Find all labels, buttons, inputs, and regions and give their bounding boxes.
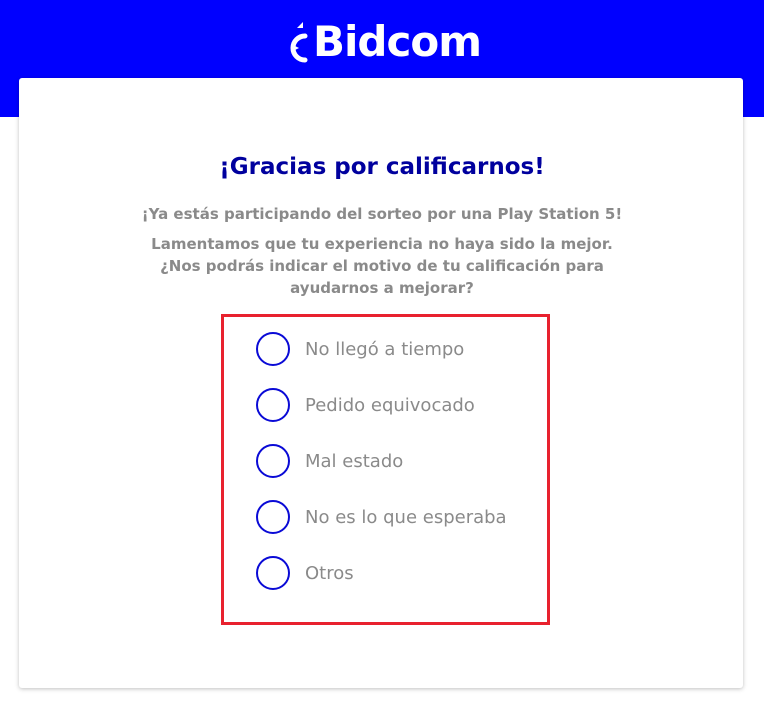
radio-button[interactable]: [256, 556, 290, 590]
option-label: No es lo que esperaba: [305, 506, 507, 528]
option-label: Mal estado: [305, 450, 404, 472]
option-label: Otros: [305, 562, 354, 584]
bidcom-logo-icon: [290, 22, 308, 63]
option-mal-estado[interactable]: Mal estado: [256, 442, 403, 480]
page-title: ¡Gracias por calificarnos!: [219, 154, 545, 180]
option-otros[interactable]: Otros: [256, 554, 354, 592]
radio-button[interactable]: [256, 332, 290, 366]
option-label: Pedido equivocado: [305, 394, 475, 416]
radio-button[interactable]: [256, 388, 290, 422]
radio-button[interactable]: [256, 444, 290, 478]
brand-logo: Bidcom: [0, 12, 764, 72]
question-text: Lamentamos que tu experiencia no haya si…: [151, 235, 613, 297]
subtitle: ¡Ya estás participando del sorteo por un…: [141, 205, 623, 223]
option-label: No llegó a tiempo: [305, 338, 465, 360]
radio-button[interactable]: [256, 500, 290, 534]
brand-name: Bidcom: [313, 17, 482, 66]
option-pedido-equivocado[interactable]: Pedido equivocado: [256, 386, 475, 424]
option-no-llego-a-tiempo[interactable]: No llegó a tiempo: [256, 330, 464, 368]
option-no-es-lo-que-esperaba[interactable]: No es lo que esperaba: [256, 498, 507, 536]
